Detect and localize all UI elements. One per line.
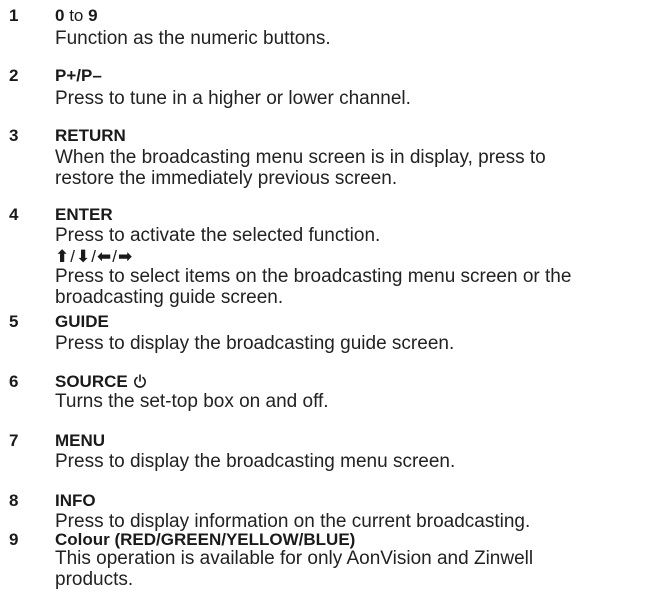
right-arrow-icon: ➡ — [117, 247, 133, 267]
item-number: 9 — [9, 530, 19, 549]
left-arrow-icon: ⬅ — [96, 247, 112, 267]
description-line: When the broadcasting menu screen is in … — [55, 147, 546, 168]
heading-text: SOURCE — [55, 372, 128, 391]
item-number: 7 — [9, 431, 19, 450]
arrow-description: Press to select items on the broadcastin… — [55, 266, 655, 308]
power-icon — [133, 374, 146, 388]
item-number: 3 — [9, 126, 19, 145]
item-heading: INFO — [55, 491, 96, 510]
item-number: 4 — [9, 205, 19, 224]
item-description: When the broadcasting menu screen is in … — [55, 147, 655, 189]
description-line: restore the immediately previous screen. — [55, 167, 398, 189]
item-number: 8 — [9, 491, 19, 510]
down-arrow-icon: ⬇ — [75, 247, 91, 267]
arrow-buttons-heading: ⬆/⬇/⬅/➡ — [55, 246, 132, 268]
heading-connector: to — [64, 6, 89, 25]
item-description: Function as the numeric buttons. — [55, 28, 655, 50]
heading-end: 9 — [88, 6, 98, 25]
item-heading: ENTER — [55, 205, 113, 224]
item-description: Press to activate the selected function. — [55, 225, 655, 247]
description-line: Press to display the broadcasting menu s… — [55, 451, 456, 472]
item-number: 6 — [9, 372, 19, 391]
description-line: Function as the numeric buttons. — [55, 28, 331, 49]
item-description: Press to tune in a higher or lower chann… — [55, 88, 655, 110]
arrow-separator: / — [70, 247, 75, 266]
description-line: Press to tune in a higher or lower chann… — [55, 88, 411, 109]
item-description: This operation is available for only Aon… — [55, 548, 655, 590]
description-line: This operation is available for only Aon… — [55, 548, 534, 569]
description-line: Turns the set-top box on and off. — [55, 391, 329, 412]
item-number: 5 — [9, 312, 19, 331]
item-heading: RETURN — [55, 126, 126, 145]
item-description: Turns the set-top box on and off. — [55, 391, 655, 413]
item-number: 2 — [9, 66, 19, 85]
item-number: 1 — [9, 6, 19, 25]
item-heading: SOURCE — [55, 371, 147, 393]
arrow-separator: / — [91, 247, 96, 266]
description-line: broadcasting guide screen. — [55, 286, 284, 308]
item-heading: GUIDE — [55, 312, 109, 331]
item-description: Press to display the broadcasting guide … — [55, 333, 655, 355]
button-description-list: 1 0 to 9 Function as the numeric buttons… — [0, 0, 670, 593]
item-heading: P+/P– — [55, 66, 102, 85]
description-line: Press to display the broadcasting guide … — [55, 333, 455, 354]
description-line: Press to select items on the broadcastin… — [55, 266, 572, 287]
description-line: Press to activate the selected function. — [55, 225, 381, 246]
up-arrow-icon: ⬆ — [55, 247, 70, 267]
item-heading: MENU — [55, 431, 106, 450]
arrow-separator: / — [112, 247, 117, 266]
item-description: Press to display the broadcasting menu s… — [55, 451, 655, 473]
item-heading: 0 to 9 — [55, 5, 98, 27]
description-line: products. — [55, 568, 134, 590]
